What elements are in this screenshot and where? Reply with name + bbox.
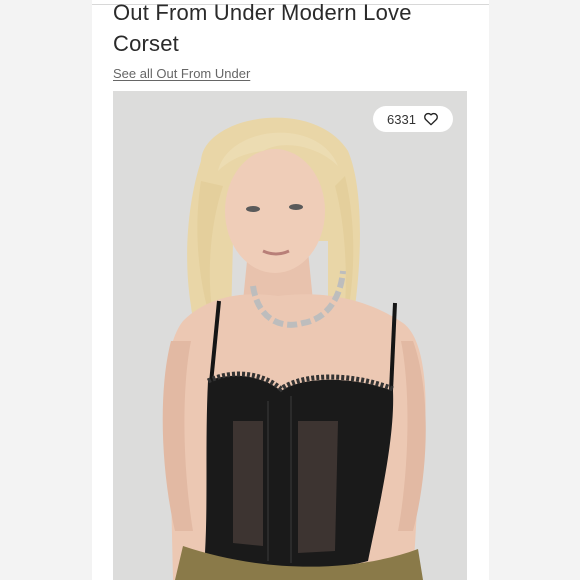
product-card: Out From Under Modern Love Corset See al… (92, 0, 489, 580)
right-margin (489, 0, 580, 580)
page: Out From Under Modern Love Corset See al… (0, 0, 580, 580)
see-all-brand-link[interactable]: See all Out From Under (113, 66, 250, 81)
favorite-count: 6331 (387, 111, 416, 127)
favorite-button[interactable]: 6331 (373, 106, 453, 132)
product-photo-illustration (113, 91, 467, 580)
product-title: Out From Under Modern Love Corset (113, 0, 412, 56)
heart-outline-icon (423, 111, 439, 127)
left-margin (0, 0, 92, 580)
product-image[interactable]: 6331 (113, 91, 467, 580)
